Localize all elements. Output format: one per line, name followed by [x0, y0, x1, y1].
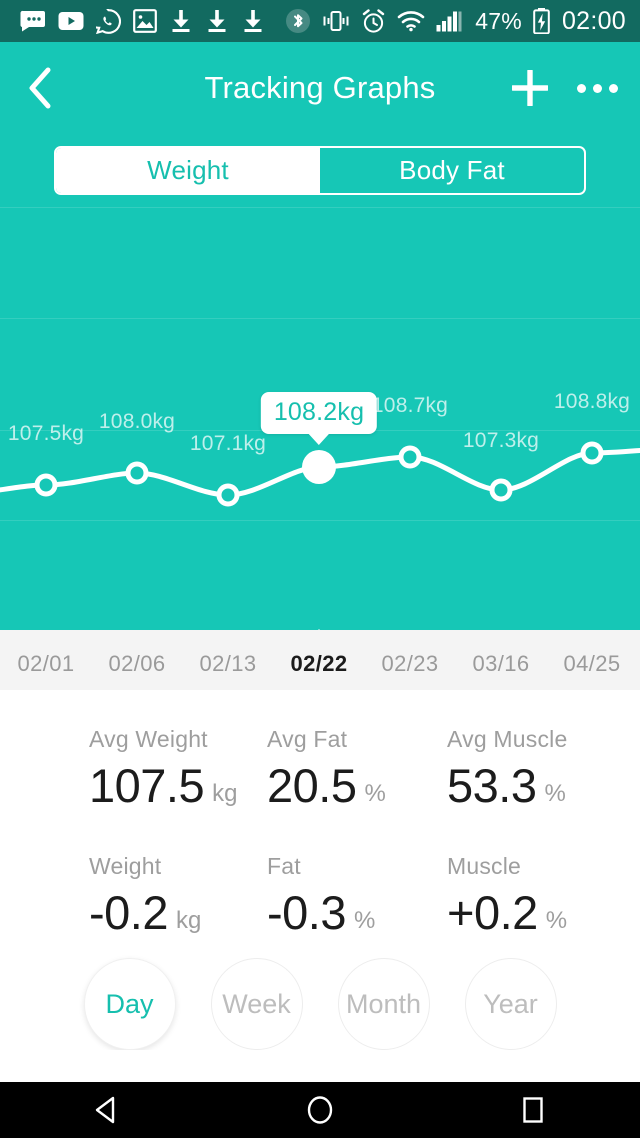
chart-point-label: 108.7kg — [371, 394, 449, 417]
chart-point[interactable] — [580, 441, 604, 465]
stat-value: -0.2 — [89, 886, 169, 939]
recents-square-icon — [523, 1097, 544, 1123]
back-chevron-icon — [29, 67, 51, 109]
period-selector: Day Week Month Year — [0, 958, 640, 1050]
nav-back-button[interactable] — [0, 1082, 213, 1138]
stat-label: Avg Muscle — [447, 726, 568, 752]
stat-value: 20.5 — [267, 759, 357, 812]
stat-unit: kg — [212, 779, 238, 807]
chart-tooltip: 108.2kg — [260, 392, 378, 434]
stat-value: 107.5 — [89, 759, 205, 812]
add-button[interactable] — [502, 60, 558, 116]
status-bar-system-icons: 47% 02:00 — [285, 8, 626, 34]
period-month[interactable]: Month — [337, 958, 430, 1050]
segmented-control: Weight Body Fat — [54, 146, 586, 195]
stat-delta-weight: Weight -0.2 kg — [89, 855, 201, 936]
chart-point-label: 107.1kg — [189, 432, 267, 455]
battery-charging-icon — [533, 8, 550, 34]
stat-delta-fat: Fat -0.3 % — [267, 855, 375, 936]
stat-unit: % — [545, 906, 568, 934]
wifi-icon — [397, 11, 425, 32]
overflow-menu-icon — [608, 83, 618, 93]
stat-unit: % — [354, 906, 376, 934]
battery-percent-label: 47% — [475, 7, 522, 34]
stats-row-deltas: Weight -0.2 kg Fat -0.3 % Muscle +0.2 % — [0, 855, 640, 955]
whatsapp-icon — [96, 8, 121, 34]
chart-point[interactable] — [216, 483, 240, 507]
download-icon — [208, 10, 226, 32]
date-tick-5[interactable]: 03/16 — [472, 651, 529, 677]
weight-line-chart[interactable]: 107.5kg 108.0kg 107.1kg 108.7kg 107.3kg … — [0, 206, 640, 630]
date-tick-4[interactable]: 02/23 — [381, 651, 438, 677]
signal-icon — [436, 11, 462, 32]
plus-icon — [512, 70, 548, 106]
back-button[interactable] — [10, 58, 70, 118]
overflow-menu-icon — [592, 83, 602, 93]
sms-icon — [20, 10, 45, 32]
stat-value: +0.2 — [447, 886, 538, 939]
overflow-menu-button[interactable] — [568, 60, 626, 116]
stat-label: Weight — [89, 853, 162, 879]
stats-row-averages: Avg Weight 107.5 kg Avg Fat 20.5 % Avg M… — [0, 728, 640, 828]
stat-avg-weight: Avg Weight 107.5 kg — [89, 728, 237, 809]
stat-label: Fat — [267, 853, 301, 879]
download-icon — [172, 10, 190, 32]
stat-value: 53.3 — [447, 759, 537, 812]
stat-label: Muscle — [447, 853, 522, 879]
vibrate-icon — [323, 11, 349, 31]
stat-delta-muscle: Muscle +0.2 % — [447, 855, 567, 936]
tab-weight[interactable]: Weight — [56, 148, 320, 193]
back-triangle-icon — [95, 1096, 114, 1124]
bottom-spacer — [0, 1050, 640, 1082]
chart-point-selected[interactable] — [302, 450, 336, 484]
download-icon — [244, 10, 262, 32]
chart-point-label: 107.5kg — [7, 422, 85, 445]
app-screen: 47% 02:00 Tracking Graphs Weight Body Fa… — [0, 0, 640, 1138]
summary-stats: Avg Weight 107.5 kg Avg Fat 20.5 % Avg M… — [0, 690, 640, 960]
chart-point[interactable] — [125, 461, 149, 485]
chart-point-label: 107.3kg — [462, 429, 540, 452]
status-bar-notification-icons — [20, 8, 265, 34]
date-tick-6[interactable]: 04/25 — [563, 651, 620, 677]
chart-point-label: 108.0kg — [98, 410, 176, 433]
date-tick-3-selected[interactable]: 02/22 — [290, 651, 347, 677]
period-day[interactable]: Day — [83, 958, 176, 1050]
date-tick-1[interactable]: 02/06 — [108, 651, 165, 677]
stat-label: Avg Weight — [89, 726, 208, 752]
chart-point[interactable] — [34, 473, 58, 497]
app-bar: Tracking Graphs — [0, 42, 640, 134]
stat-value: -0.3 — [267, 886, 347, 939]
stat-unit: % — [364, 779, 386, 807]
date-axis-caret-icon — [304, 629, 334, 645]
nav-home-button[interactable] — [213, 1082, 426, 1138]
home-circle-icon — [307, 1096, 333, 1124]
status-bar-clock: 02:00 — [561, 6, 626, 35]
youtube-icon — [58, 12, 84, 30]
period-year[interactable]: Year — [464, 958, 557, 1050]
stat-avg-muscle: Avg Muscle 53.3 % — [447, 728, 567, 809]
gallery-icon — [133, 9, 157, 33]
stat-label: Avg Fat — [267, 726, 348, 752]
date-tick-0[interactable]: 02/01 — [17, 651, 74, 677]
status-bar: 47% 02:00 — [0, 0, 640, 42]
tab-body-fat[interactable]: Body Fat — [320, 148, 584, 193]
overflow-menu-icon — [576, 83, 586, 93]
chart-point[interactable] — [489, 478, 513, 502]
period-week[interactable]: Week — [210, 958, 303, 1050]
nav-recents-button[interactable] — [427, 1082, 640, 1138]
tab-bar-container: Weight Body Fat — [0, 134, 640, 206]
date-tick-2[interactable]: 02/13 — [199, 651, 256, 677]
stat-avg-fat: Avg Fat 20.5 % — [267, 728, 386, 809]
chart-point-label: 108.8kg — [553, 390, 631, 413]
stat-unit: kg — [176, 906, 202, 934]
chart-point[interactable] — [398, 445, 422, 469]
alarm-icon — [363, 8, 385, 33]
android-navigation-bar — [0, 1082, 640, 1138]
stat-unit: % — [544, 779, 566, 807]
date-axis: 02/01 02/06 02/13 02/22 02/23 03/16 04/2… — [0, 629, 640, 690]
bluetooth-icon — [286, 9, 311, 33]
